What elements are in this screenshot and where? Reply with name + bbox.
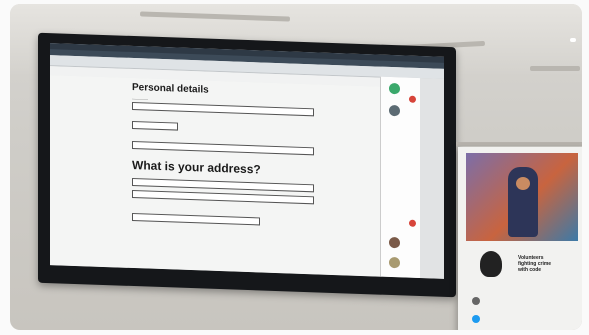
poster-tagline: Volunteers fighting crime with code xyxy=(518,255,552,273)
video-call-panel xyxy=(380,76,421,279)
participant-avatar xyxy=(389,82,400,95)
poster-rail xyxy=(456,142,582,146)
tv-screen: Personal details ———— What is your addre… xyxy=(50,43,444,279)
twitter-icon xyxy=(472,315,480,323)
poster: Volunteers fighting crime with code xyxy=(458,147,582,330)
photo: Personal details ———— What is your addre… xyxy=(10,4,582,330)
police-face xyxy=(516,177,530,190)
text-field xyxy=(132,120,178,131)
web-page: Personal details ———— What is your addre… xyxy=(50,75,380,277)
field-label: ———— xyxy=(132,95,148,102)
logo-badge xyxy=(480,251,502,277)
participant-avatar xyxy=(389,104,400,117)
globe-icon xyxy=(472,297,480,305)
ceiling-light xyxy=(570,38,576,42)
participant-avatar xyxy=(389,256,400,269)
text-field xyxy=(132,212,260,226)
side-rail xyxy=(420,78,444,279)
participant-avatar xyxy=(389,236,400,249)
television: Personal details ———— What is your addre… xyxy=(38,32,456,298)
text-field xyxy=(132,140,314,156)
notification-badge xyxy=(409,95,416,103)
text-field xyxy=(132,189,314,205)
poster-illustration xyxy=(466,153,578,241)
heading-address: What is your address? xyxy=(132,157,261,177)
ceiling-vent xyxy=(530,66,580,71)
notification-badge xyxy=(409,219,416,227)
text-field xyxy=(132,101,314,117)
heading-personal-details: Personal details xyxy=(132,81,209,96)
